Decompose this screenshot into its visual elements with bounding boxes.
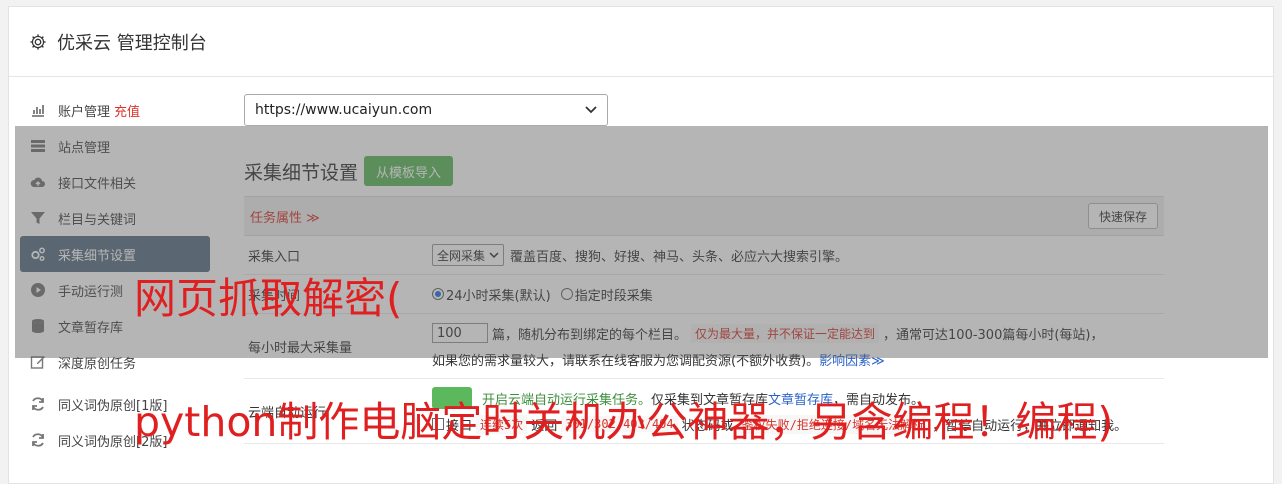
chevron-down-icon (585, 106, 597, 114)
refresh-icon (32, 433, 44, 447)
gear-icon (30, 33, 46, 50)
site-select[interactable]: https://www.ucaiyun.com (244, 94, 608, 126)
bar-chart-icon (32, 105, 44, 117)
overlay-title-line1: 网页抓取解密( (134, 274, 403, 323)
site-select-value: https://www.ucaiyun.com (255, 102, 433, 118)
page-title: 优采云 管理控制台 (57, 32, 207, 54)
sidebar-item-account[interactable]: 账户管理 充值 (20, 92, 210, 128)
overlay-title-line2: python制作电脑定时关机办公神器，另含编程！编程) (134, 398, 1114, 446)
recharge-link[interactable]: 充值 (114, 101, 140, 120)
sidebar-item-label: 账户管理 (58, 104, 111, 120)
refresh-icon (32, 397, 44, 411)
panel-header: 优采云 管理控制台 (9, 7, 1273, 77)
